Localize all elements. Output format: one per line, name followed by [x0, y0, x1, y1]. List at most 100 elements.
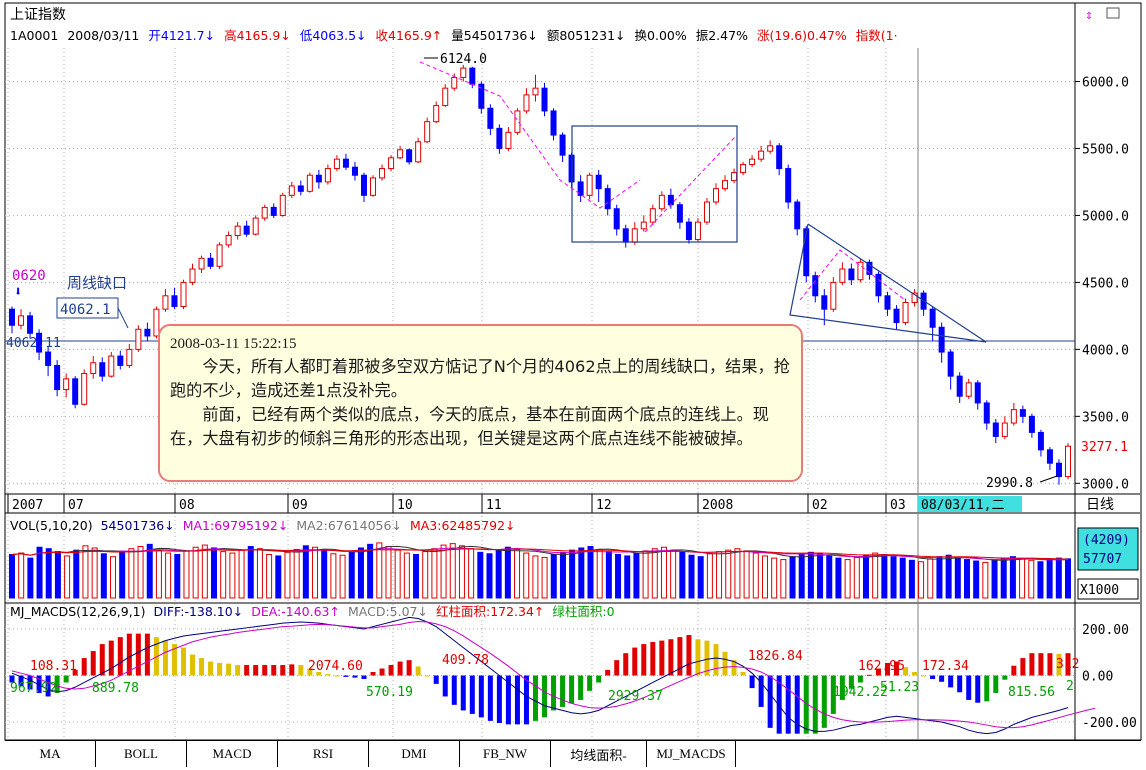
macd-histogram-bar: [785, 675, 791, 734]
candle-body: [90, 362, 97, 374]
volume-bar: [422, 551, 429, 599]
macd-histogram-bar: [244, 665, 250, 676]
macd-histogram-bar: [749, 675, 755, 689]
candle-body: [595, 174, 602, 190]
macd-header-3: MACD:5.07↓: [348, 604, 428, 619]
tab-dmi[interactable]: DMI: [369, 741, 460, 767]
volume-bar: [54, 551, 61, 599]
candle-body: [81, 372, 88, 405]
volume-bar: [27, 557, 34, 599]
volume-bar: [973, 560, 980, 599]
volume-bar: [192, 546, 199, 599]
macd-area-label-5: 409.78: [442, 653, 489, 668]
peak-label: 6124.0: [440, 52, 487, 67]
candle-body: [1046, 449, 1053, 464]
tab-ma[interactable]: MA: [5, 741, 96, 767]
date-label-3: 09: [292, 498, 308, 513]
candle-body: [72, 378, 79, 405]
macd-histogram-bar: [370, 672, 376, 676]
macd-histogram-bar: [948, 675, 954, 688]
note-paragraph-2: 前面，已经有两个类似的底点，今天的底点，基本在前面两个底点的连线上。现在，大盘有…: [170, 405, 769, 448]
chart-tool-icon[interactable]: ⇕: [1085, 8, 1093, 23]
macd-histogram-bar: [569, 675, 575, 704]
down-arrow-icon: ⬇: [14, 284, 22, 300]
macd-histogram-bar: [560, 675, 566, 707]
volume-bar: [36, 546, 43, 599]
volume-bar: [1019, 558, 1026, 599]
candle-body: [279, 194, 286, 216]
volume-bar: [908, 559, 915, 599]
volume-bar: [541, 556, 548, 599]
volume-header-0: VOL(5,10,20): [10, 518, 93, 533]
chart-title: 上证指数: [10, 7, 66, 23]
volume-bar: [853, 556, 860, 599]
candle-body: [550, 110, 557, 136]
volume-bar: [725, 549, 732, 599]
macd-histogram-bar: [478, 675, 484, 718]
macd-histogram-bar: [433, 675, 439, 684]
macd-histogram-bar: [235, 665, 241, 676]
candle-body: [342, 158, 349, 168]
candle-body: [315, 174, 322, 183]
volume-header-2: MA1:69795192↓: [183, 518, 289, 533]
macd-histogram-bar: [1011, 665, 1017, 676]
candle-body: [397, 149, 404, 159]
macd-histogram-bar: [1029, 653, 1035, 676]
tab-rsi[interactable]: RSI: [278, 741, 369, 767]
candle-body: [27, 315, 34, 334]
volume-box-value: 57707: [1083, 552, 1122, 567]
candle-body: [108, 355, 115, 377]
note-paragraph-1: 今天，所有人都盯着那被多空双方惦记了N个月的4062点上的周线缺口，结果，抢跑的…: [170, 357, 790, 400]
macd-histogram-bar: [1002, 675, 1008, 680]
volume-bar: [1028, 559, 1035, 599]
volume-bar: [486, 553, 493, 599]
candle-body: [351, 166, 358, 176]
volume-box-top: (4209): [1083, 533, 1130, 548]
macd-histogram-bar: [352, 675, 358, 678]
volume-bar: [660, 546, 667, 599]
window-restore-icon[interactable]: [1106, 7, 1120, 19]
macd-histogram-bar: [63, 675, 69, 683]
volume-bar: [771, 557, 778, 599]
volume-bar: [348, 551, 355, 599]
date-label-7: 2008: [702, 498, 733, 513]
candle-body: [749, 158, 756, 166]
header-field-2: 开4121.7↓: [148, 28, 215, 43]
tab-boll[interactable]: BOLL: [96, 741, 187, 767]
candle-body: [830, 281, 837, 310]
macd-area-label-0: 108.31: [30, 659, 77, 674]
price-tick-label-0: 6000.0: [1082, 75, 1129, 90]
macd-histogram-bar: [812, 675, 818, 734]
macd-histogram-bar: [821, 675, 827, 728]
date-label-5: 11: [486, 498, 502, 513]
header-field-6: 量54501736↓: [451, 28, 538, 43]
tab-macd[interactable]: MACD: [187, 741, 278, 767]
volume-bar: [706, 553, 713, 599]
tab-ma-area[interactable]: 均线面积-: [551, 741, 647, 767]
candle-body: [541, 87, 548, 112]
macd-histogram-bar: [208, 661, 214, 676]
tab-mj-macds[interactable]: MJ_MACDS: [647, 741, 736, 767]
candle-body: [442, 87, 449, 107]
volume-bar: [119, 551, 126, 599]
candle-body: [270, 206, 277, 216]
volume-bar: [624, 555, 631, 599]
tab-fb-nw[interactable]: FB_NW: [460, 741, 551, 767]
indicator-tabs: MA BOLL MACD RSI DMI FB_NW 均线面积- MJ_MACD…: [5, 740, 1141, 767]
macd-histogram-bar: [1020, 658, 1026, 676]
macd-histogram-bar: [289, 664, 295, 676]
volume-bar: [697, 556, 704, 599]
macd-histogram-bar: [108, 640, 114, 676]
macd-histogram-bar: [695, 639, 701, 676]
volume-bar: [477, 551, 484, 599]
volume-bar: [716, 551, 723, 599]
volume-bar: [587, 546, 594, 599]
candle-body: [604, 188, 611, 210]
volume-bar: [642, 550, 649, 599]
date-label-4: 10: [397, 498, 413, 513]
candle-body: [415, 141, 422, 163]
price-tick-label-4: 4000.0: [1082, 343, 1129, 358]
volume-bar: [275, 555, 282, 599]
macd-histogram-bar: [939, 675, 945, 682]
candle-body: [992, 422, 999, 437]
